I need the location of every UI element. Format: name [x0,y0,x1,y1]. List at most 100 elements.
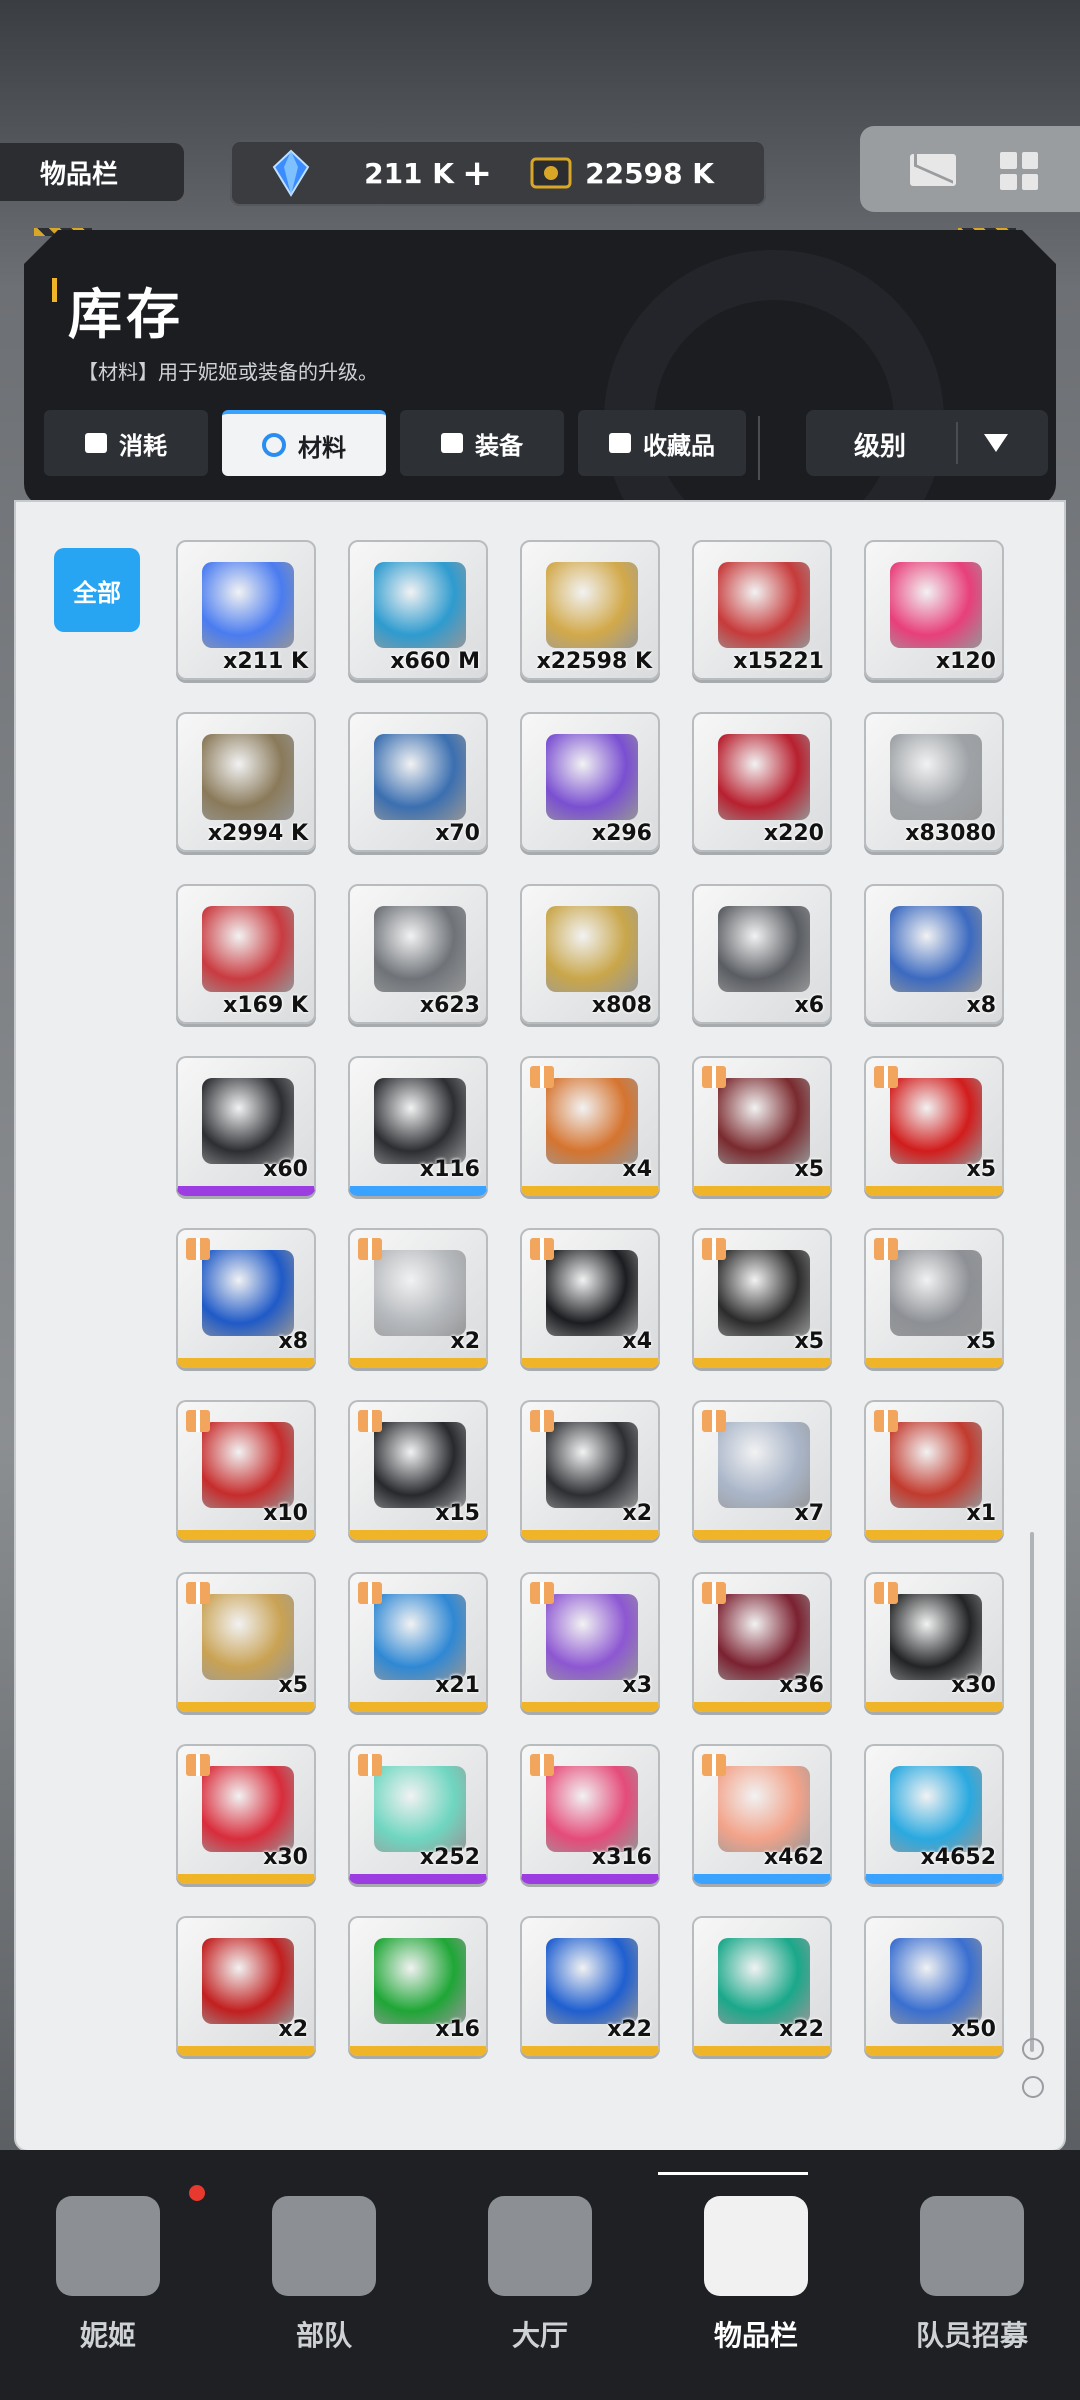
inventory-item[interactable]: x5 [692,1056,832,1196]
item-art [374,1766,466,1852]
inventory-item[interactable]: x7 [692,1400,832,1540]
inventory-item[interactable]: x623 [348,884,488,1024]
inventory-item[interactable]: x296 [520,712,660,852]
inventory-item[interactable]: x252 [348,1744,488,1884]
mail-icon[interactable] [910,154,956,186]
inventory-item[interactable]: x5 [864,1228,1004,1368]
inventory-item[interactable]: x2 [348,1228,488,1368]
item-quantity: x4 [622,1157,653,1182]
nav-nikke[interactable]: 妮姬 [0,2150,216,2400]
inventory-item[interactable]: x22598 K [520,540,660,680]
item-quantity: x5 [278,1673,309,1698]
inventory-item[interactable]: x15221 [692,540,832,680]
inventory-item[interactable]: x8 [864,884,1004,1024]
inventory-item[interactable]: x83080 [864,712,1004,852]
inventory-item[interactable]: x1 [864,1400,1004,1540]
inventory-item[interactable]: x462 [692,1744,832,1884]
item-quantity: x10 [263,1501,308,1526]
item-quantity: x5 [794,1157,825,1182]
gift-icon [530,1410,554,1432]
tab-label: 材料 [298,433,346,462]
tab-label: 收藏品 [643,431,715,460]
inventory-item[interactable]: x220 [692,712,832,852]
inventory-item[interactable]: x15 [348,1400,488,1540]
inventory-item[interactable]: x3 [520,1572,660,1712]
inventory-item[interactable]: x316 [520,1744,660,1884]
grid-menu-icon[interactable] [1000,152,1038,190]
tab-label: 装备 [475,431,523,460]
inventory-item[interactable]: x2 [176,1916,316,2056]
inventory-item[interactable]: x36 [692,1572,832,1712]
inventory-item[interactable]: x21 [348,1572,488,1712]
card-icon [85,433,107,453]
squad-icon [272,2196,376,2296]
item-art [890,1938,982,2024]
item-art [374,1594,466,1680]
item-quantity: x5 [966,1329,997,1354]
inventory-item[interactable]: x30 [864,1572,1004,1712]
item-quantity: x623 [419,993,480,1018]
inventory-item[interactable]: x50 [864,1916,1004,2056]
nav-label: 部队 [295,2319,352,2352]
item-quantity: x6 [794,993,825,1018]
item-art [374,562,466,648]
item-quantity: x2 [622,1501,653,1526]
tab-consumables[interactable]: 消耗 [44,410,208,476]
scrollbar[interactable] [1030,1532,1034,2052]
item-quantity: x8 [966,993,997,1018]
item-quantity: x8 [278,1329,309,1354]
inventory-item[interactable]: x808 [520,884,660,1024]
inventory-item[interactable]: x2994 K [176,712,316,852]
inventory-header-panel: 库存 【材料】用于妮姬或装备的升级。 消耗 材料 装备 收藏品 级别 [24,230,1056,506]
gift-icon [530,1754,554,1776]
item-art [202,562,294,648]
item-art [374,1078,466,1164]
sort-dropdown[interactable]: 级别 [806,410,1048,476]
inventory-item[interactable]: x5 [864,1056,1004,1196]
inventory-content: 全部 x211 K x660 M x22598 K x15221 x120 x2994 K… [14,500,1066,2152]
tab-collectibles[interactable]: 收藏品 [578,410,746,476]
nav-inventory[interactable]: 物品栏 [648,2150,864,2400]
item-quantity: x252 [419,1845,480,1870]
inventory-item[interactable]: x10 [176,1400,316,1540]
inventory-item[interactable]: x6 [692,884,832,1024]
nav-lobby[interactable]: 大厅 [432,2150,648,2400]
inventory-item[interactable]: x4 [520,1056,660,1196]
currency-gems[interactable]: 211 K + [270,140,492,206]
inventory-item[interactable]: x5 [692,1228,832,1368]
recruit-icon [920,2196,1024,2296]
inventory-item[interactable]: x8 [176,1228,316,1368]
inventory-item[interactable]: x211 K [176,540,316,680]
nav-label: 大厅 [511,2319,568,2352]
inventory-item[interactable]: x4 [520,1228,660,1368]
item-quantity: x4652 [920,1845,996,1870]
inventory-item[interactable]: x660 M [348,540,488,680]
nav-recruit[interactable]: 队员招募 [864,2150,1080,2400]
tab-materials[interactable]: 材料 [222,410,386,476]
item-grid: x211 K x660 M x22598 K x15221 x120 x2994 K x70… [176,540,1004,2056]
inventory-item[interactable]: x16 [348,1916,488,2056]
nav-squad[interactable]: 部队 [216,2150,432,2400]
item-quantity: x70 [435,821,480,846]
item-art [718,1422,810,1508]
bottom-nav: 妮姬 部队 大厅 物品栏 队员招募 [0,2150,1080,2400]
inventory-item[interactable]: x70 [348,712,488,852]
add-gems-button[interactable]: + [462,153,492,194]
item-art [202,1594,294,1680]
inventory-item[interactable]: x116 [348,1056,488,1196]
inventory-item[interactable]: x22 [692,1916,832,2056]
filter-all-button[interactable]: 全部 [54,548,140,632]
inventory-item[interactable]: x22 [520,1916,660,2056]
inventory-item[interactable]: x5 [176,1572,316,1712]
inventory-item[interactable]: x30 [176,1744,316,1884]
item-art [890,1250,982,1336]
item-art [718,1766,810,1852]
item-art [546,1422,638,1508]
inventory-item[interactable]: x60 [176,1056,316,1196]
inventory-item[interactable]: x120 [864,540,1004,680]
tab-equipment[interactable]: 装备 [400,410,564,476]
inventory-item[interactable]: x4652 [864,1744,1004,1884]
gift-icon [186,1754,210,1776]
inventory-item[interactable]: x2 [520,1400,660,1540]
inventory-item[interactable]: x169 K [176,884,316,1024]
